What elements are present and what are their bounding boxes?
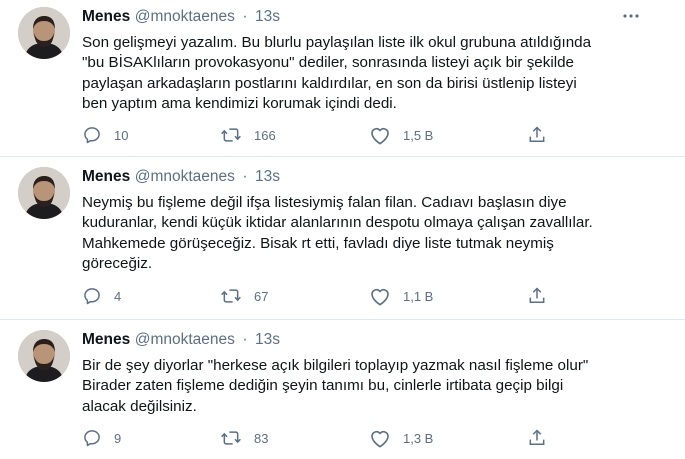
- reply-count: 9: [114, 430, 122, 446]
- reply-button[interactable]: 4: [82, 285, 121, 307]
- avatar[interactable]: [18, 7, 70, 59]
- reply-button[interactable]: 10: [82, 124, 128, 146]
- like-button[interactable]: 1,3 B: [369, 427, 433, 449]
- tweet-text-line: kuduranlar, kendi küçük iktidar alanları…: [82, 214, 593, 232]
- like-count: 1,5 B: [403, 127, 434, 143]
- timeline: Menes @mnoktaenes · 13s Son gelişmeyi ya…: [0, 0, 685, 459]
- avatar[interactable]: [18, 330, 70, 382]
- avatar[interactable]: [18, 167, 70, 219]
- more-icon[interactable]: [621, 6, 641, 26]
- retweet-count: 83: [254, 430, 269, 446]
- share-icon: [529, 126, 545, 142]
- separator: ·: [242, 331, 248, 348]
- author-handle[interactable]: @mnoktaenes: [135, 8, 235, 25]
- tweet[interactable]: Menes @mnoktaenes · 13s Son gelişmeyi ya…: [0, 0, 685, 157]
- reply-button[interactable]: 9: [82, 427, 121, 449]
- tweet-header: Menes @mnoktaenes · 13s: [82, 8, 280, 28]
- like-count: 1,1 B: [403, 288, 434, 304]
- share-icon: [529, 287, 545, 303]
- timestamp[interactable]: 13s: [255, 168, 280, 185]
- reply-icon: [84, 127, 100, 144]
- author-handle[interactable]: @mnoktaenes: [135, 331, 235, 348]
- like-button[interactable]: 1,1 B: [369, 285, 433, 307]
- author-name[interactable]: Menes: [82, 8, 130, 25]
- retweet-count: 166: [254, 127, 276, 143]
- retweet-button[interactable]: 83: [220, 427, 268, 449]
- tweet-text-line: Son gelişmeyi yazalım. Bu blurlu paylaşı…: [82, 34, 592, 51]
- tweet-text-line: Neymiş bu fişleme değil ifşa listesiymiş…: [82, 194, 567, 211]
- tweet-text-line: alacak değilsiniz.: [82, 397, 197, 415]
- retweet-icon: [221, 431, 241, 445]
- reply-icon: [84, 430, 100, 447]
- retweet-button[interactable]: 166: [220, 124, 276, 146]
- tweet-actions: 10 166 1,5 B: [82, 124, 562, 146]
- tweet[interactable]: Menes @mnoktaenes · 13s Neymiş bu fişlem…: [0, 157, 685, 320]
- share-icon: [529, 429, 545, 445]
- separator: ·: [242, 168, 248, 185]
- author-name[interactable]: Menes: [82, 168, 130, 185]
- retweet-icon: [221, 128, 241, 142]
- tweet-header: Menes @mnoktaenes · 13s: [82, 168, 280, 188]
- tweet-text-line: Birader zaten fişleme dediğin şeyin tanı…: [82, 377, 564, 395]
- tweet-text-line: "bu BİSAKlıların provokasyonu" dediler, …: [82, 54, 574, 72]
- timestamp[interactable]: 13s: [255, 331, 280, 348]
- like-count: 1,3 B: [403, 430, 434, 446]
- heart-icon: [371, 431, 389, 448]
- retweet-count: 67: [254, 288, 269, 304]
- tweet-text: Neymiş bu fişleme değil ifşa listesiymiş…: [82, 193, 642, 274]
- share-button[interactable]: [527, 124, 547, 146]
- retweet-button[interactable]: 67: [220, 285, 268, 307]
- tweet-header: Menes @mnoktaenes · 13s: [82, 331, 280, 351]
- separator: ·: [242, 8, 248, 25]
- heart-icon: [371, 128, 389, 145]
- like-button[interactable]: 1,5 B: [369, 124, 433, 146]
- tweet-text-line: Bir de şey diyorlar "herkese açık bilgil…: [82, 357, 589, 374]
- timestamp[interactable]: 13s: [255, 8, 280, 25]
- tweet-text-line: ben yaptım ama kendimizi korumak içindi …: [82, 94, 397, 112]
- tweet-actions: 9 83 1,3 B: [82, 427, 562, 449]
- reply-icon: [84, 288, 100, 305]
- tweet-actions: 4 67 1,1 B: [82, 285, 562, 307]
- heart-icon: [371, 289, 389, 306]
- tweet-text-line: paylaşan arkadaşların postlarını kaldırd…: [82, 74, 577, 92]
- reply-count: 10: [114, 127, 129, 143]
- author-handle[interactable]: @mnoktaenes: [135, 168, 235, 185]
- tweet-text: Bir de şey diyorlar "herkese açık bilgil…: [82, 356, 642, 417]
- tweet-text-line: Mahkemede görüşeceğiz. Bisak rt etti, fa…: [82, 234, 554, 252]
- retweet-icon: [221, 289, 241, 303]
- tweet[interactable]: Menes @mnoktaenes · 13s Bir de şey diyor…: [0, 320, 685, 459]
- tweet-text-line: göreceğiz.: [82, 254, 153, 272]
- reply-count: 4: [114, 288, 122, 304]
- share-button[interactable]: [527, 427, 547, 449]
- share-button[interactable]: [527, 285, 547, 307]
- tweet-text: Son gelişmeyi yazalım. Bu blurlu paylaşı…: [82, 33, 642, 114]
- author-name[interactable]: Menes: [82, 331, 130, 348]
